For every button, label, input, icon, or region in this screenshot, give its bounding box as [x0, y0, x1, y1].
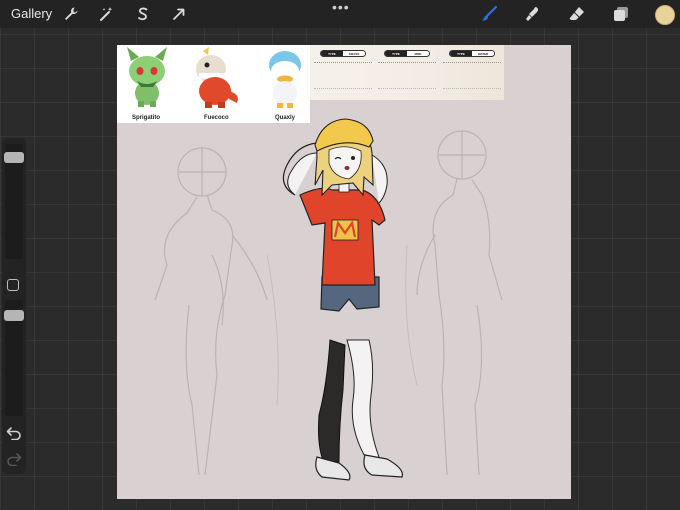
smudge-icon	[526, 7, 539, 21]
selection-s-icon	[138, 7, 148, 21]
top-toolbar: Gallery •••	[0, 0, 680, 28]
adjustments-button[interactable]	[95, 3, 117, 25]
drawing-canvas[interactable]: Sprigatito Fuecoco Quaxly TYPE GRASS TYP…	[117, 45, 571, 499]
more-options-button[interactable]: •••	[332, 0, 350, 14]
brush-icon	[482, 5, 498, 21]
redo-icon[interactable]	[6, 452, 22, 466]
transform-button[interactable]	[168, 3, 190, 25]
smudge-tool-button[interactable]	[522, 3, 544, 25]
artwork	[154, 118, 503, 481]
layers-icon	[614, 7, 628, 21]
eraser-icon	[569, 7, 584, 20]
undo-icon[interactable]	[6, 426, 22, 440]
gallery-button[interactable]: Gallery	[11, 6, 52, 21]
eraser-tool-button[interactable]	[566, 3, 588, 25]
brush-tool-button[interactable]	[478, 3, 500, 25]
brush-size-slider[interactable]	[4, 144, 24, 259]
selection-button[interactable]	[132, 3, 154, 25]
wrench-icon	[65, 7, 78, 20]
layers-button[interactable]	[610, 3, 632, 25]
sketch-mannequin-right	[416, 130, 503, 476]
magic-wand-icon	[100, 7, 113, 21]
color-picker-button[interactable]	[655, 5, 675, 25]
opacity-slider[interactable]	[4, 300, 24, 416]
actions-button[interactable]	[60, 3, 82, 25]
sketch-mannequin-left	[154, 147, 268, 476]
transform-arrow-icon	[173, 8, 185, 20]
character-drawing	[282, 118, 404, 481]
opacity-thumb[interactable]	[4, 310, 24, 321]
side-sliders	[2, 138, 26, 474]
brush-size-thumb[interactable]	[4, 152, 24, 163]
modify-button[interactable]	[7, 279, 19, 291]
